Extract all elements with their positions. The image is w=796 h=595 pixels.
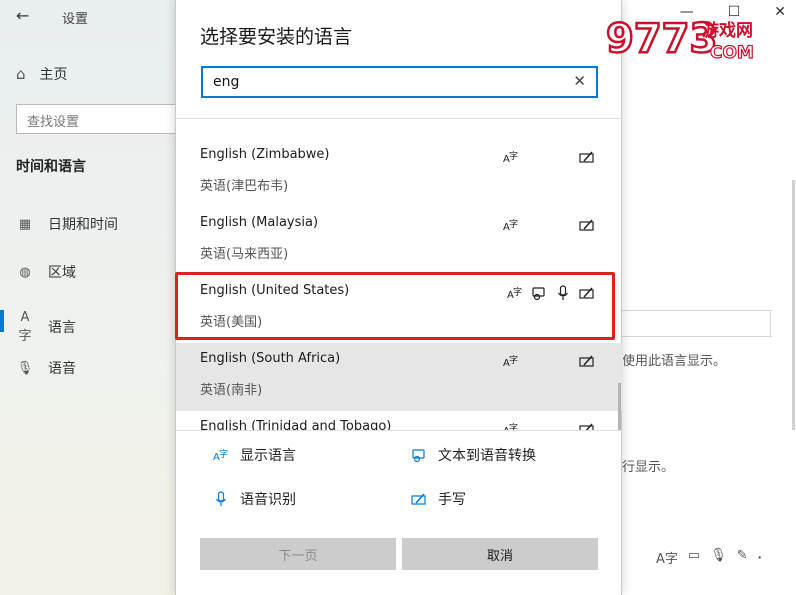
language-search-box[interactable]: ✕ [201,66,598,98]
language-name: English (Trinidad and Tobago) [200,419,392,430]
sidebar-item-speech[interactable]: 🎙 语音 [16,358,76,378]
legend-label: 文本到语音转换 [438,448,536,464]
display-language-icon: A字 [503,217,519,233]
bg-partial-text: 使用此语言显示。 [622,354,727,369]
bg-divider [770,310,771,336]
language-native-name: 英语(马来西亚) [200,247,289,262]
display-language-icon: A字 [656,552,678,567]
home-icon: ⌂ [16,65,26,83]
bg-partial-text: 行显示。 [622,460,675,475]
tts-icon: ▭ [687,548,701,563]
svg-text:字: 字 [509,218,518,230]
language-icon: A字 [18,310,32,344]
svg-text:字: 字 [219,448,228,460]
home-label: 主页 [39,67,68,83]
microphone-icon [212,490,230,508]
feature-icons: A字 [503,217,595,233]
feature-icons: A字 [503,353,595,369]
sidebar-item-label: 语音 [48,361,76,377]
watermark-digits: 9773 [606,16,717,62]
legend-label: 语音识别 [240,492,296,508]
sidebar-home[interactable]: ⌂ 主页 [16,64,68,84]
list-scrollbar-thumb[interactable] [618,383,621,430]
svg-text:字: 字 [509,422,518,430]
feature-legend: A字 显示语言 文本到语音转换 语音识别 手写 [176,430,623,530]
handwriting-icon [579,217,595,233]
active-indicator [0,310,4,332]
dialog-title: 选择要安装的语言 [200,26,353,48]
legend-tts: 文本到语音转换 [410,445,536,465]
handwriting-icon [410,490,428,508]
display-language-icon: A字 [212,446,230,464]
language-search-input[interactable] [203,68,563,96]
calendar-clock-icon: ▦ [18,216,32,232]
settings-sidebar [0,0,176,595]
back-button[interactable]: ← [16,6,29,25]
svg-text:字: 字 [509,354,518,366]
language-name: English (South Africa) [200,351,341,366]
legend-handwriting: 手写 [410,489,466,509]
bg-divider [622,336,772,337]
legend-speech: 语音识别 [212,489,296,509]
feature-icons: A字 [503,149,595,165]
language-native-name: 英语(津巴布韦) [200,179,289,194]
language-native-name: 英语(南非) [200,383,263,398]
microphone-icon: 🎙 [16,360,34,376]
display-language-icon: A字 [503,353,519,369]
handwriting-icon [579,353,595,369]
bg-divider [622,310,772,311]
sidebar-section-title: 时间和语言 [16,159,86,175]
feature-icons: A字 [503,421,595,430]
svg-text:字: 字 [509,150,518,162]
globe-icon: ◍ [19,264,31,280]
display-language-icon: A字 [503,421,519,430]
microphone-icon: 🎙 [710,548,727,563]
window-title: 设置 [62,12,89,27]
annotation-highlight-box [175,272,615,340]
sidebar-item-date-time[interactable]: ▦ 日期和时间 [16,214,118,234]
settings-search-input[interactable]: 查找设置 [16,104,196,134]
speech-icon: ꞏ [757,551,762,566]
settings-search-placeholder: 查找设置 [27,115,80,130]
language-row[interactable]: English (Zimbabwe) 英语(津巴布韦) A字 [176,139,623,207]
watermark-domain: COM [710,43,754,63]
sidebar-item-label: 日期和时间 [48,217,118,233]
watermark-site: 游戏网 [702,20,753,41]
bg-scrollbar[interactable] [792,180,795,430]
display-language-icon: A字 [503,149,519,165]
cancel-button[interactable]: 取消 [402,538,598,570]
language-name: English (Malaysia) [200,215,319,230]
handwriting-icon [579,421,595,430]
bg-feature-icons: A字 ▭ 🎙 ✎ ꞏ [656,548,762,567]
legend-label: 显示语言 [240,448,296,464]
clear-icon[interactable]: ✕ [573,72,586,90]
language-row[interactable]: English (South Africa) 英语(南非) A字 [176,343,623,411]
tts-icon [410,446,428,464]
sidebar-item-label: 区域 [48,265,76,281]
legend-display-language: A字 显示语言 [212,445,296,465]
sidebar-item-language[interactable]: A字 语言 [16,310,76,344]
language-row[interactable]: English (Malaysia) 英语(马来西亚) A字 [176,207,623,275]
watermark-logo: 9773 游戏网 COM [605,8,782,66]
language-name: English (Zimbabwe) [200,147,330,162]
next-button[interactable]: 下一页 [200,538,396,570]
handwriting-icon: ✎ [736,548,748,563]
handwriting-icon [579,149,595,165]
sidebar-item-region[interactable]: ◍ 区域 [16,262,76,282]
sidebar-item-label: 语言 [48,320,76,336]
legend-label: 手写 [438,492,466,508]
language-row[interactable]: English (Trinidad and Tobago) A字 [176,411,623,430]
